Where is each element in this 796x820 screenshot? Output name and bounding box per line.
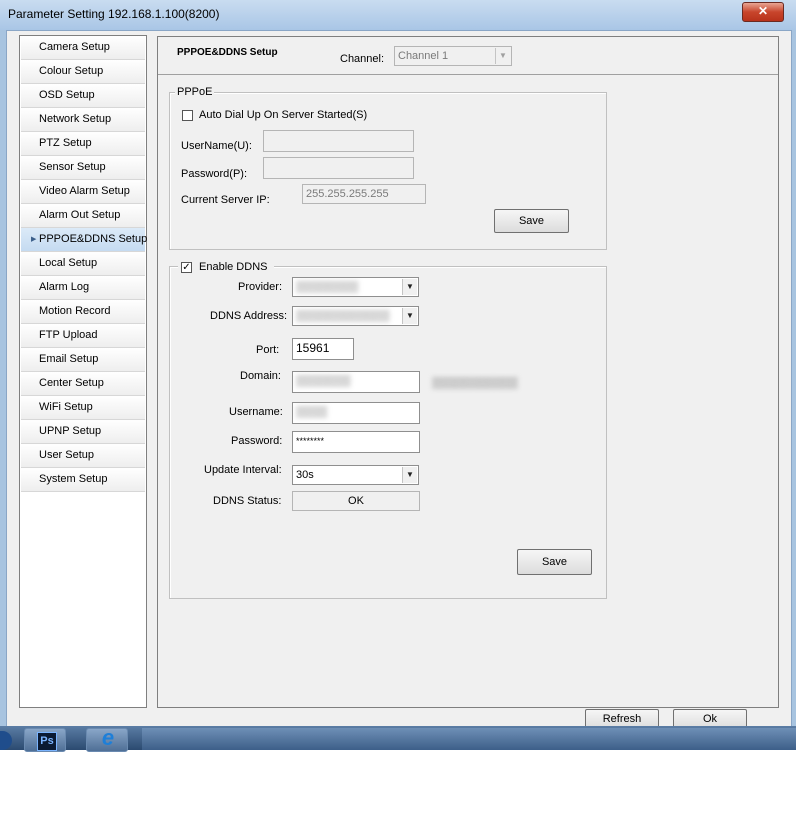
chevron-down-icon: ▼ — [402, 279, 417, 295]
close-button[interactable]: ✕ — [742, 2, 784, 22]
sidebar-item-ftp-upload[interactable]: FTP Upload — [21, 324, 145, 348]
auto-dial-checkbox[interactable] — [182, 110, 193, 121]
server-ip-field: 255.255.255.255 — [302, 184, 426, 204]
sidebar-item-label: Center Setup — [39, 377, 104, 389]
enable-ddns-label: Enable DDNS — [199, 261, 268, 273]
sidebar-item-email[interactable]: Email Setup — [21, 348, 145, 372]
sidebar-item-label: FTP Upload — [39, 329, 98, 341]
sidebar-item-wifi[interactable]: WiFi Setup — [21, 396, 145, 420]
sidebar-item-label: PTZ Setup — [39, 137, 92, 149]
sidebar-item-label: Camera Setup — [39, 41, 110, 53]
enable-ddns-checkbox[interactable]: ✓ — [181, 262, 192, 273]
update-interval-select[interactable]: 30s ▼ — [292, 465, 419, 485]
sidebar-item-video-alarm[interactable]: Video Alarm Setup — [21, 180, 145, 204]
sidebar-item-camera[interactable]: Camera Setup — [21, 36, 145, 60]
header-divider — [158, 74, 778, 75]
pppoe-password-field[interactable] — [263, 157, 414, 179]
sidebar-item-label: PPPOE&DDNS Setup — [39, 233, 148, 245]
sidebar-item-label: Local Setup — [39, 257, 98, 269]
page-title: PPPOE&DDNS Setup — [177, 47, 278, 58]
ddns-password-field[interactable]: ******** — [292, 431, 420, 453]
pppoe-save-button[interactable]: Save — [494, 209, 569, 233]
domain-label: Domain: — [240, 370, 281, 382]
pppoe-group-title: PPPoE — [175, 86, 215, 98]
sidebar-item-label: OSD Setup — [39, 89, 95, 101]
provider-select[interactable]: ▒▒▒▒▒▒▒▒ ▼ — [292, 277, 419, 297]
sidebar-item-label: Alarm Out Setup — [39, 209, 121, 221]
sidebar-item-center[interactable]: Center Setup — [21, 372, 145, 396]
sidebar-item-sensor[interactable]: Sensor Setup — [21, 156, 145, 180]
ddns-address-select[interactable]: ▒▒▒▒▒▒▒▒▒▒▒▒ ▼ — [292, 306, 419, 326]
sidebar-item-ptz[interactable]: PTZ Setup — [21, 132, 145, 156]
ddns-address-value: ▒▒▒▒▒▒▒▒▒▒▒▒ — [296, 310, 390, 322]
ddns-username-label: Username: — [229, 406, 283, 418]
chevron-down-icon: ▼ — [402, 308, 417, 324]
ddns-username-field[interactable]: ▒▒▒▒ — [292, 402, 420, 424]
update-interval-value: 30s — [296, 469, 314, 481]
sidebar-item-alarm-out[interactable]: Alarm Out Setup — [21, 204, 145, 228]
ddns-address-label: DDNS Address: — [210, 310, 288, 322]
sidebar-item-system[interactable]: System Setup — [21, 468, 145, 492]
update-interval-label: Update Interval: — [204, 464, 282, 476]
port-field[interactable]: 15961 — [292, 338, 354, 360]
close-icon: ✕ — [757, 4, 769, 18]
sidebar-item-label: Video Alarm Setup — [39, 185, 130, 197]
taskbar-empty-area — [142, 728, 796, 750]
pppoe-username-field[interactable] — [263, 130, 414, 152]
sidebar-item-upnp[interactable]: UPNP Setup — [21, 420, 145, 444]
sidebar-item-label: Motion Record — [39, 305, 111, 317]
chevron-down-icon: ▼ — [402, 467, 417, 483]
provider-value: ▒▒▒▒▒▒▒▒ — [296, 281, 359, 293]
channel-select[interactable]: Channel 1 ▼ — [394, 46, 512, 66]
sidebar-item-label: Alarm Log — [39, 281, 90, 293]
ddns-status-value: OK — [292, 491, 420, 511]
domain-field[interactable]: ▒▒▒▒▒▒▒ — [292, 371, 420, 393]
sidebar-item-label: Colour Setup — [39, 65, 104, 77]
sidebar-item-label: System Setup — [39, 473, 108, 485]
ddns-status-label: DDNS Status: — [213, 495, 282, 507]
sidebar-item-colour[interactable]: Colour Setup — [21, 60, 145, 84]
sidebar-item-local[interactable]: Local Setup — [21, 252, 145, 276]
taskbar-ie-button[interactable]: e — [86, 725, 128, 752]
port-label: Port: — [256, 344, 280, 356]
window-title: Parameter Setting 192.168.1.100(8200) — [8, 7, 220, 21]
domain-value: ▒▒▒▒▒▒▒ — [296, 375, 351, 387]
channel-value: Channel 1 — [398, 50, 449, 62]
sidebar-item-motion-record[interactable]: Motion Record — [21, 300, 145, 324]
provider-label: Provider: — [238, 281, 283, 293]
pppoe-username-label: UserName(U): — [181, 140, 252, 152]
chevron-down-icon: ▼ — [495, 48, 510, 64]
sidebar-item-network[interactable]: Network Setup — [21, 108, 145, 132]
sidebar-item-label: WiFi Setup — [39, 401, 93, 413]
selected-arrow-icon: ▶ — [31, 236, 37, 243]
taskbar-photoshop-button[interactable]: Ps — [24, 728, 66, 752]
auto-dial-label: Auto Dial Up On Server Started(S) — [199, 109, 368, 121]
sidebar-item-pppoe-ddns[interactable]: ▶ PPPOE&DDNS Setup — [21, 228, 148, 252]
internet-explorer-icon: e — [101, 725, 115, 750]
photoshop-icon: Ps — [37, 732, 57, 751]
channel-label: Channel: — [340, 53, 385, 65]
sidebar-item-label: Network Setup — [39, 113, 112, 125]
ddns-password-label: Password: — [231, 435, 283, 447]
ddns-username-value: ▒▒▒▒ — [296, 406, 328, 418]
sidebar-item-alarm-log[interactable]: Alarm Log — [21, 276, 145, 300]
checkmark-icon: ✓ — [182, 262, 191, 273]
sidebar-item-label: UPNP Setup — [39, 425, 102, 437]
sidebar: Camera Setup Colour Setup OSD Setup Netw… — [19, 35, 147, 708]
sidebar-item-osd[interactable]: OSD Setup — [21, 84, 145, 108]
sidebar-item-label: User Setup — [39, 449, 95, 461]
sidebar-item-label: Sensor Setup — [39, 161, 106, 173]
sidebar-item-user[interactable]: User Setup — [21, 444, 145, 468]
sidebar-item-label: Email Setup — [39, 353, 99, 365]
ddns-save-button[interactable]: Save — [517, 549, 592, 575]
server-ip-label: Current Server IP: — [181, 194, 270, 206]
pppoe-password-label: Password(P): — [181, 168, 248, 180]
domain-suffix: ▒▒▒▒▒▒▒▒▒▒▒ — [432, 377, 518, 389]
